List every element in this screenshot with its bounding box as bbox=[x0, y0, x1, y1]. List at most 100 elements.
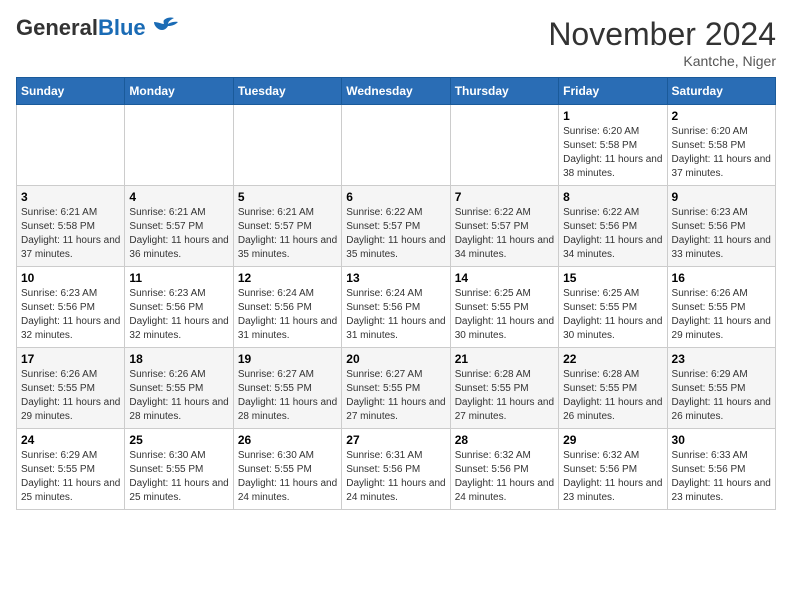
calendar-cell: 20 Sunrise: 6:27 AM Sunset: 5:55 PM Dayli… bbox=[342, 348, 450, 429]
day-number: 29 bbox=[563, 433, 662, 447]
calendar-cell: 5 Sunrise: 6:21 AM Sunset: 5:57 PM Daylig… bbox=[233, 186, 341, 267]
day-number: 27 bbox=[346, 433, 445, 447]
month-title: November 2024 bbox=[548, 16, 776, 53]
day-info: Sunrise: 6:32 AM Sunset: 5:56 PM Dayligh… bbox=[455, 449, 554, 505]
day-info: Sunrise: 6:20 AM Sunset: 5:58 PM Dayligh… bbox=[672, 125, 771, 181]
day-number: 21 bbox=[455, 352, 554, 366]
day-info: Sunrise: 6:21 AM Sunset: 5:57 PM Dayligh… bbox=[238, 206, 337, 262]
day-number: 7 bbox=[455, 190, 554, 204]
day-info: Sunrise: 6:28 AM Sunset: 5:55 PM Dayligh… bbox=[563, 368, 662, 424]
location: Kantche, Niger bbox=[548, 53, 776, 69]
day-number: 25 bbox=[129, 433, 228, 447]
day-info: Sunrise: 6:23 AM Sunset: 5:56 PM Dayligh… bbox=[21, 287, 120, 343]
day-number: 14 bbox=[455, 271, 554, 285]
day-info: Sunrise: 6:22 AM Sunset: 5:57 PM Dayligh… bbox=[346, 206, 445, 262]
day-info: Sunrise: 6:22 AM Sunset: 5:57 PM Dayligh… bbox=[455, 206, 554, 262]
calendar-cell: 19 Sunrise: 6:27 AM Sunset: 5:55 PM Dayli… bbox=[233, 348, 341, 429]
calendar-cell: 11Sunrise: 6:23 AM Sunset: 5:56 PM Dayli… bbox=[125, 267, 233, 348]
day-number: 4 bbox=[129, 190, 228, 204]
logo: GeneralBlue bbox=[16, 16, 178, 40]
day-info: Sunrise: 6:23 AM Sunset: 5:56 PM Dayligh… bbox=[672, 206, 771, 262]
calendar-cell: 30 Sunrise: 6:33 AM Sunset: 5:56 PM Dayli… bbox=[667, 429, 775, 510]
calendar-header: SundayMondayTuesdayWednesdayThursdayFrid… bbox=[17, 78, 776, 105]
day-info: Sunrise: 6:29 AM Sunset: 5:55 PM Dayligh… bbox=[21, 449, 120, 505]
calendar-cell bbox=[17, 105, 125, 186]
day-number: 6 bbox=[346, 190, 445, 204]
day-info: Sunrise: 6:21 AM Sunset: 5:57 PM Dayligh… bbox=[129, 206, 228, 262]
day-header-monday: Monday bbox=[125, 78, 233, 105]
day-info: Sunrise: 6:29 AM Sunset: 5:55 PM Dayligh… bbox=[672, 368, 771, 424]
day-info: Sunrise: 6:22 AM Sunset: 5:56 PM Dayligh… bbox=[563, 206, 662, 262]
calendar-cell: 23Sunrise: 6:29 AM Sunset: 5:55 PM Dayli… bbox=[667, 348, 775, 429]
calendar-cell: 9 Sunrise: 6:23 AM Sunset: 5:56 PM Daylig… bbox=[667, 186, 775, 267]
calendar-cell: 21Sunrise: 6:28 AM Sunset: 5:55 PM Dayli… bbox=[450, 348, 558, 429]
day-header-thursday: Thursday bbox=[450, 78, 558, 105]
calendar-table: SundayMondayTuesdayWednesdayThursdayFrid… bbox=[16, 77, 776, 510]
calendar-cell: 3 Sunrise: 6:21 AM Sunset: 5:58 PM Daylig… bbox=[17, 186, 125, 267]
day-number: 19 bbox=[238, 352, 337, 366]
day-header-saturday: Saturday bbox=[667, 78, 775, 105]
day-number: 26 bbox=[238, 433, 337, 447]
calendar-week-5: 24 Sunrise: 6:29 AM Sunset: 5:55 PM Dayli… bbox=[17, 429, 776, 510]
calendar-cell: 1Sunrise: 6:20 AM Sunset: 5:58 PM Daylig… bbox=[559, 105, 667, 186]
day-info: Sunrise: 6:32 AM Sunset: 5:56 PM Dayligh… bbox=[563, 449, 662, 505]
day-info: Sunrise: 6:21 AM Sunset: 5:58 PM Dayligh… bbox=[21, 206, 120, 262]
day-info: Sunrise: 6:33 AM Sunset: 5:56 PM Dayligh… bbox=[672, 449, 771, 505]
day-number: 11 bbox=[129, 271, 228, 285]
title-block: November 2024 Kantche, Niger bbox=[548, 16, 776, 69]
day-info: Sunrise: 6:27 AM Sunset: 5:55 PM Dayligh… bbox=[346, 368, 445, 424]
calendar-cell: 4 Sunrise: 6:21 AM Sunset: 5:57 PM Daylig… bbox=[125, 186, 233, 267]
day-number: 24 bbox=[21, 433, 120, 447]
day-number: 8 bbox=[563, 190, 662, 204]
calendar-cell: 6 Sunrise: 6:22 AM Sunset: 5:57 PM Daylig… bbox=[342, 186, 450, 267]
calendar-cell bbox=[233, 105, 341, 186]
day-info: Sunrise: 6:25 AM Sunset: 5:55 PM Dayligh… bbox=[455, 287, 554, 343]
day-header-wednesday: Wednesday bbox=[342, 78, 450, 105]
day-number: 9 bbox=[672, 190, 771, 204]
day-info: Sunrise: 6:30 AM Sunset: 5:55 PM Dayligh… bbox=[238, 449, 337, 505]
day-header-friday: Friday bbox=[559, 78, 667, 105]
day-number: 28 bbox=[455, 433, 554, 447]
calendar-cell: 17Sunrise: 6:26 AM Sunset: 5:55 PM Dayli… bbox=[17, 348, 125, 429]
logo-bird-icon bbox=[150, 16, 178, 38]
calendar-week-4: 17Sunrise: 6:26 AM Sunset: 5:55 PM Dayli… bbox=[17, 348, 776, 429]
calendar-cell bbox=[342, 105, 450, 186]
day-number: 20 bbox=[346, 352, 445, 366]
calendar-cell: 22Sunrise: 6:28 AM Sunset: 5:55 PM Dayli… bbox=[559, 348, 667, 429]
calendar-cell: 26 Sunrise: 6:30 AM Sunset: 5:55 PM Dayli… bbox=[233, 429, 341, 510]
calendar-week-3: 10 Sunrise: 6:23 AM Sunset: 5:56 PM Dayli… bbox=[17, 267, 776, 348]
day-info: Sunrise: 6:26 AM Sunset: 5:55 PM Dayligh… bbox=[21, 368, 120, 424]
calendar-cell: 15Sunrise: 6:25 AM Sunset: 5:55 PM Dayli… bbox=[559, 267, 667, 348]
calendar-cell: 8 Sunrise: 6:22 AM Sunset: 5:56 PM Daylig… bbox=[559, 186, 667, 267]
day-info: Sunrise: 6:30 AM Sunset: 5:55 PM Dayligh… bbox=[129, 449, 228, 505]
day-number: 30 bbox=[672, 433, 771, 447]
calendar-cell: 16 Sunrise: 6:26 AM Sunset: 5:55 PM Dayli… bbox=[667, 267, 775, 348]
logo-text: GeneralBlue bbox=[16, 17, 146, 39]
calendar-body: 1 Sunrise: 6:20 AM Sunset: 5:58 PM Daylig… bbox=[17, 105, 776, 510]
day-info: Sunrise: 6:24 AM Sunset: 5:56 PM Dayligh… bbox=[346, 287, 445, 343]
day-info: Sunrise: 6:31 AM Sunset: 5:56 PM Dayligh… bbox=[346, 449, 445, 505]
calendar-cell: 18Sunrise: 6:26 AM Sunset: 5:55 PM Dayli… bbox=[125, 348, 233, 429]
day-number: 1 bbox=[563, 109, 662, 123]
calendar-cell: 27 Sunrise: 6:31 AM Sunset: 5:56 PM Dayli… bbox=[342, 429, 450, 510]
day-info: Sunrise: 6:25 AM Sunset: 5:55 PM Dayligh… bbox=[563, 287, 662, 343]
calendar-cell: 28 Sunrise: 6:32 AM Sunset: 5:56 PM Dayli… bbox=[450, 429, 558, 510]
day-number: 16 bbox=[672, 271, 771, 285]
day-number: 18 bbox=[129, 352, 228, 366]
day-number: 2 bbox=[672, 109, 771, 123]
day-info: Sunrise: 6:24 AM Sunset: 5:56 PM Dayligh… bbox=[238, 287, 337, 343]
day-info: Sunrise: 6:26 AM Sunset: 5:55 PM Dayligh… bbox=[672, 287, 771, 343]
calendar-cell bbox=[125, 105, 233, 186]
calendar-week-2: 3 Sunrise: 6:21 AM Sunset: 5:58 PM Daylig… bbox=[17, 186, 776, 267]
logo-general: General bbox=[16, 15, 98, 40]
calendar-week-1: 1 Sunrise: 6:20 AM Sunset: 5:58 PM Daylig… bbox=[17, 105, 776, 186]
day-number: 5 bbox=[238, 190, 337, 204]
calendar-cell bbox=[450, 105, 558, 186]
calendar-cell: 10 Sunrise: 6:23 AM Sunset: 5:56 PM Dayli… bbox=[17, 267, 125, 348]
calendar-cell: 25 Sunrise: 6:30 AM Sunset: 5:55 PM Dayli… bbox=[125, 429, 233, 510]
day-number: 3 bbox=[21, 190, 120, 204]
day-header-sunday: Sunday bbox=[17, 78, 125, 105]
calendar-cell: 24 Sunrise: 6:29 AM Sunset: 5:55 PM Dayli… bbox=[17, 429, 125, 510]
day-number: 10 bbox=[21, 271, 120, 285]
day-info: Sunrise: 6:27 AM Sunset: 5:55 PM Dayligh… bbox=[238, 368, 337, 424]
